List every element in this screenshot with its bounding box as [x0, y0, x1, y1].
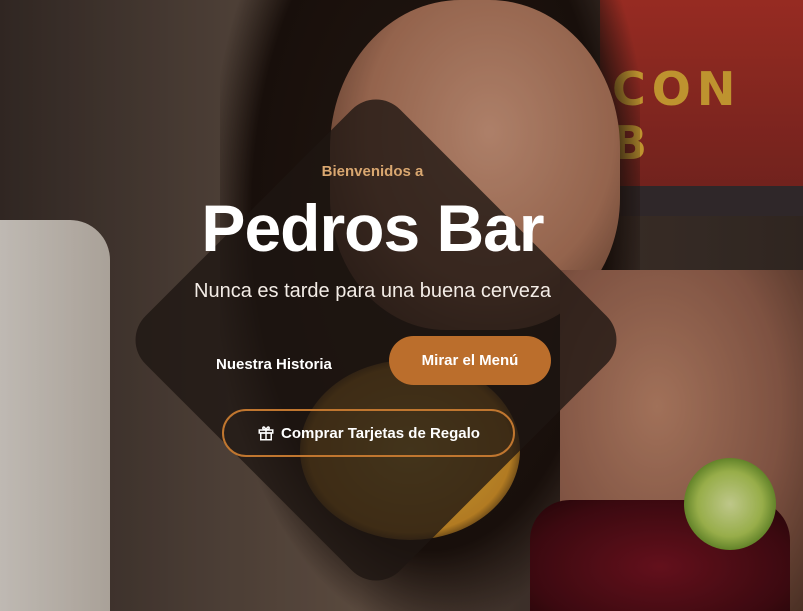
- hero-title: Pedros Bar: [201, 191, 544, 265]
- view-menu-label: Mirar el Menú: [421, 352, 519, 369]
- our-story-link[interactable]: Nuestra Historia: [216, 356, 332, 373]
- buy-gift-cards-button[interactable]: Comprar Tarjetas de Regalo: [222, 409, 515, 457]
- gift-icon: [258, 426, 274, 441]
- hero-content: Bienvenidos a Pedros Bar Nunca es tarde …: [0, 0, 803, 611]
- hero-eyebrow: Bienvenidos a: [321, 163, 424, 180]
- view-menu-button[interactable]: Mirar el Menú: [389, 336, 551, 385]
- buy-gift-cards-label: Comprar Tarjetas de Regalo: [281, 424, 480, 442]
- hero-subtitle: Nunca es tarde para una buena cerveza: [194, 280, 551, 302]
